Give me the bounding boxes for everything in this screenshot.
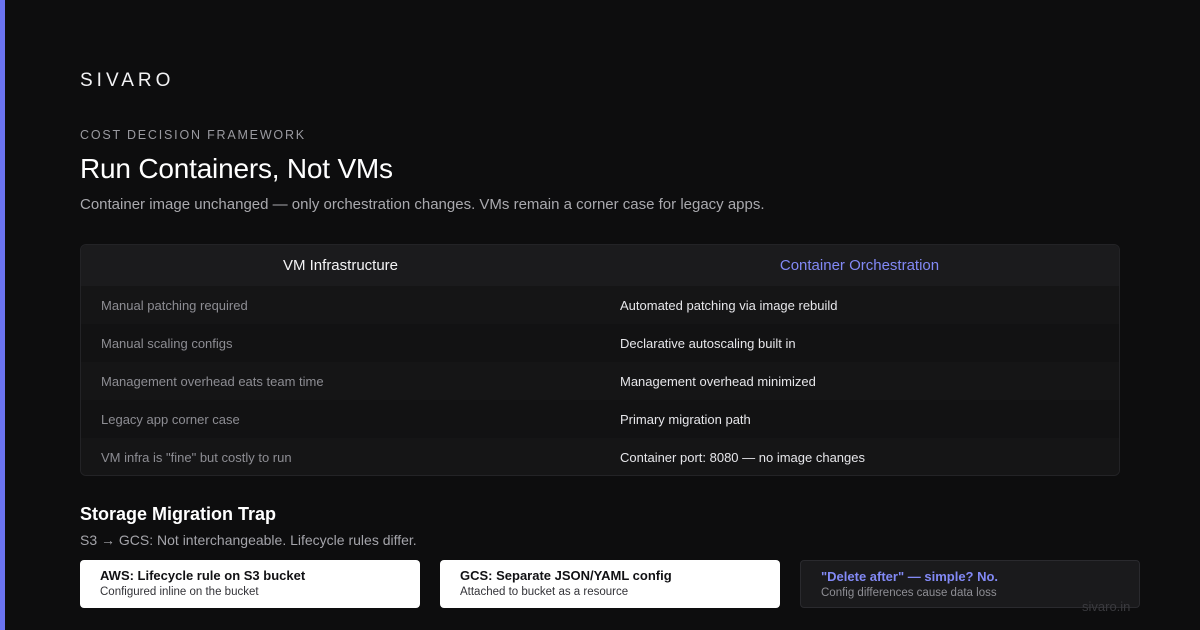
storage-section-subtitle: S3 → GCS: Not interchangeable. Lifecycle… (80, 532, 417, 548)
container-cell: Management overhead minimized (620, 373, 816, 389)
container-cell: Primary migration path (620, 411, 751, 427)
gcs-card-subtitle: Attached to bucket as a resource (460, 586, 629, 598)
header-container-orchestration: Container Orchestration (779, 257, 940, 274)
table-row: VM infra is "fine" but costly to run Con… (81, 438, 1119, 475)
table-row: Management overhead eats team time Manag… (81, 362, 1119, 400)
accent-bar (0, 0, 5, 630)
comparison-body: Manual patching required Automated patch… (81, 286, 1119, 475)
container-cell: Container port: 8080 — no image changes (620, 449, 865, 465)
warning-card-subtitle: Config differences cause data loss (821, 587, 997, 599)
page-title: Run Containers, Not VMs (80, 153, 393, 184)
vm-cell: Manual patching required (101, 297, 248, 313)
header-vm-infrastructure: VM Infrastructure (282, 257, 399, 274)
container-cell: Declarative autoscaling built in (620, 335, 796, 351)
eyebrow-label: COST DECISION FRAMEWORK (80, 128, 306, 142)
comparison-header: VM Infrastructure Container Orchestratio… (81, 245, 1119, 286)
table-row: Legacy app corner case Primary migration… (81, 400, 1119, 438)
aws-card-title: AWS: Lifecycle rule on S3 bucket (100, 568, 306, 583)
container-cell: Automated patching via image rebuild (620, 297, 838, 313)
page-subtitle: Container image unchanged — only orchest… (80, 196, 765, 213)
site-watermark: sivaro.in (1082, 599, 1131, 614)
gcs-card: GCS: Separate JSON/YAML config Attached … (440, 560, 780, 608)
comparison-table: VM Infrastructure Container Orchestratio… (80, 244, 1120, 476)
gcs-card-title: GCS: Separate JSON/YAML config (460, 568, 672, 583)
aws-card: AWS: Lifecycle rule on S3 bucket Configu… (80, 560, 420, 608)
vm-cell: Manual scaling configs (101, 335, 233, 351)
vm-cell: Management overhead eats team time (101, 373, 324, 389)
vm-cell: Legacy app corner case (101, 411, 240, 427)
table-row: Manual scaling configs Declarative autos… (81, 324, 1119, 362)
warning-card-title: "Delete after" — simple? No. (821, 569, 999, 584)
vm-cell: VM infra is "fine" but costly to run (101, 449, 292, 465)
aws-card-subtitle: Configured inline on the bucket (100, 586, 259, 598)
storage-section-title: Storage Migration Trap (80, 504, 277, 524)
table-row: Manual patching required Automated patch… (81, 286, 1119, 324)
brand-logo: SIVARO (80, 70, 175, 91)
